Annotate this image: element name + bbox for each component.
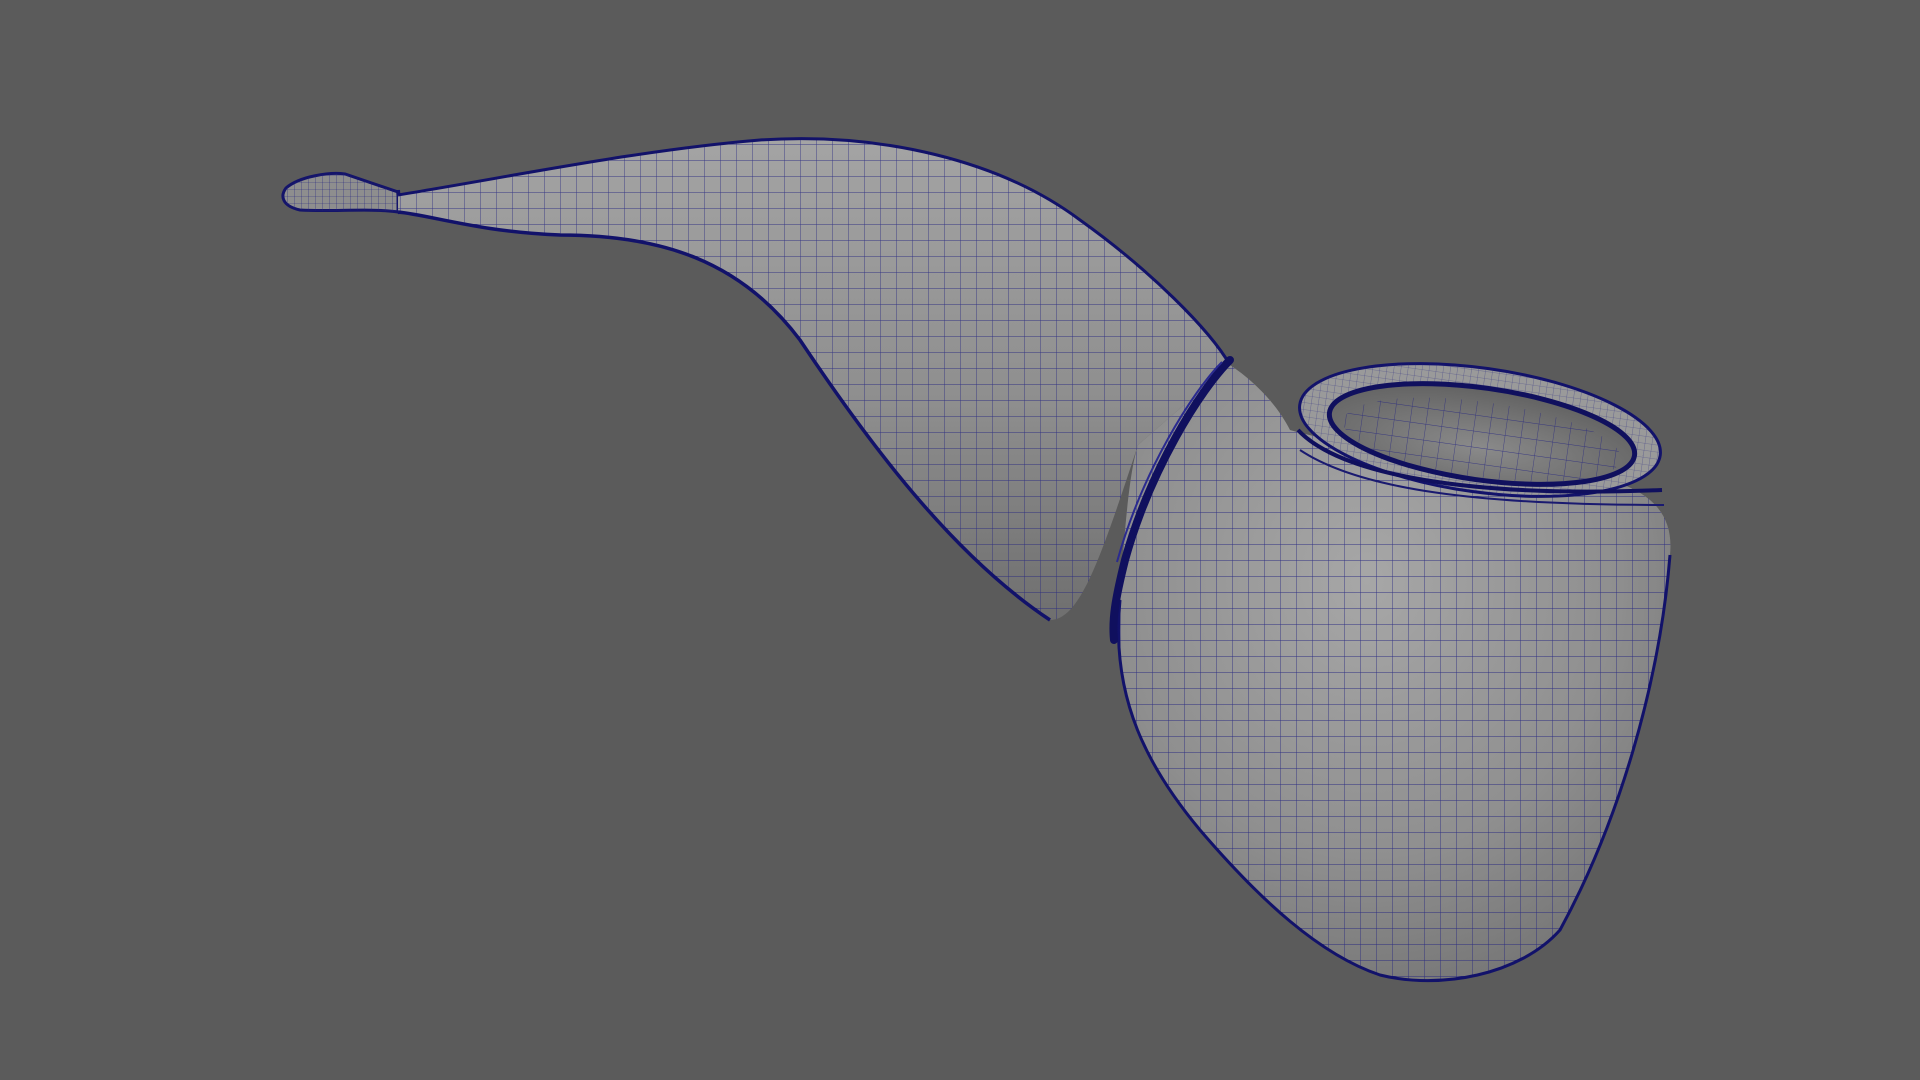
pipe-mouthpiece[interactable] — [270, 160, 410, 220]
3d-viewport[interactable] — [0, 0, 1920, 1080]
viewport-canvas[interactable] — [0, 0, 1920, 1080]
